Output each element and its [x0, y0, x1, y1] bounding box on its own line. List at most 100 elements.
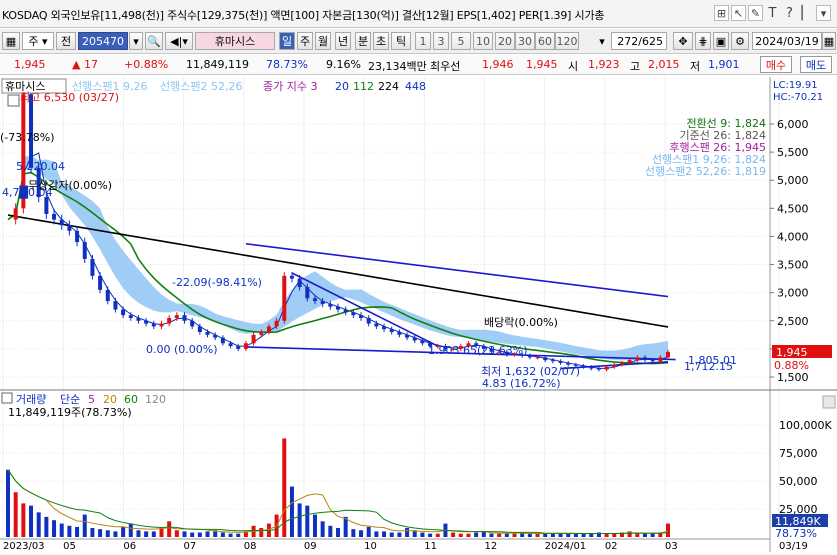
volume-bar	[136, 530, 141, 537]
minimize-icon[interactable]: ▏	[799, 5, 814, 21]
stock-chart[interactable]: 6,000 5,500 5,000 4,500 4,000 3,500 3,000 2,500…	[0, 77, 837, 552]
volume-current-pct: 78.73%	[775, 527, 817, 540]
annotation-nosell: 무상감자(0.00%)	[28, 179, 112, 192]
pen-icon[interactable]: ✎	[748, 5, 763, 21]
volume-bar	[458, 533, 463, 537]
candle-body	[67, 225, 72, 231]
interval-10[interactable]: 10	[473, 32, 493, 50]
volume-bar	[405, 528, 410, 537]
volume-bar	[481, 531, 486, 537]
volume-bar	[29, 505, 34, 537]
search-icon[interactable]: 🔍	[145, 32, 163, 50]
interval-120[interactable]: 120	[555, 32, 579, 50]
prev-button[interactable]: 전	[56, 32, 76, 50]
grid-icon[interactable]: ▦	[2, 32, 20, 50]
candle-body	[44, 197, 49, 214]
cursor-icon[interactable]: ↖	[731, 5, 746, 21]
candle-body	[558, 361, 563, 363]
code-dropdown-icon[interactable]: ▾	[129, 32, 143, 50]
candle-body	[658, 357, 663, 362]
volume-scroll-up[interactable]	[822, 395, 836, 409]
tab-month[interactable]: 월	[315, 32, 331, 50]
ichimoku-legend-entry: 선행스팬2 52,26: 1,819	[645, 165, 766, 178]
volume-bar	[489, 533, 494, 537]
volume-bar	[151, 531, 156, 537]
calendar-icon[interactable]: ▦	[822, 32, 836, 50]
candle-body	[619, 362, 624, 365]
toolbar: ▦ 주 ▾ 전 205470 ▾ 🔍 ◀|▾ 휴마시스 일 주 월 년 분 초 …	[0, 29, 837, 54]
candle-body	[650, 360, 655, 362]
annotation-dividend: 배당락(0.00%)	[484, 316, 558, 329]
legend-ma20: 20	[335, 80, 349, 93]
legend-ma112: 112	[353, 80, 374, 93]
page-dropdown-icon[interactable]: ▾	[595, 32, 609, 50]
date-input[interactable]: 2024/03/19	[752, 32, 822, 50]
audio-icon[interactable]: ◀|▾	[165, 32, 193, 50]
interval-5[interactable]: 5	[451, 32, 471, 50]
candle-body	[236, 346, 241, 349]
price-tick-label: 3,500	[777, 259, 809, 272]
sell-button[interactable]: 매도	[800, 56, 832, 73]
volume-bar	[382, 531, 387, 537]
volume-bar	[174, 530, 179, 537]
dropdown-icon[interactable]: ▾	[816, 5, 831, 21]
quote-bar: 1,945 ▲ 17 +0.88% 11,849,119 78.73% 9.16…	[0, 55, 837, 75]
period-select[interactable]: 주 ▾	[22, 32, 54, 50]
legend-span2: 선행스팬2 52,26	[160, 80, 242, 93]
stock-name-field[interactable]: 휴마시스	[195, 32, 275, 50]
high-price: 2,015	[648, 58, 680, 71]
interval-3[interactable]: 3	[433, 32, 449, 50]
interval-60[interactable]: 60	[535, 32, 555, 50]
stock-code-input[interactable]: 205470	[78, 32, 128, 50]
turnover: 9.16%	[326, 58, 361, 71]
volume-ratio: 78.73%	[266, 58, 308, 71]
candle-body	[274, 320, 279, 327]
grid-toggle-icon[interactable]: ⋕	[695, 32, 711, 50]
interval-30[interactable]: 30	[515, 32, 535, 50]
price-change: ▲ 17	[72, 58, 98, 71]
settings-tools-icon[interactable]: ✥	[673, 32, 693, 50]
tab-week[interactable]: 주	[297, 32, 313, 50]
volume-legend-toggle-icon[interactable]	[1, 392, 13, 404]
volume-bar	[527, 533, 532, 537]
volume-bar	[98, 529, 103, 537]
annotation-cluster: 1.903.65(23.63%)	[428, 344, 528, 357]
volume-tick-label: 75,000	[779, 447, 818, 460]
volume-bar	[182, 531, 187, 537]
candle-body	[336, 306, 340, 310]
volume-bar	[236, 533, 241, 537]
open-label: 시	[568, 60, 579, 73]
volume-bar	[336, 528, 340, 537]
tab-minute[interactable]: 분	[355, 32, 371, 50]
tab-day[interactable]: 일	[279, 32, 295, 50]
candle-body	[113, 301, 118, 310]
volume-bar	[466, 533, 471, 537]
current-price-pct: 0.88%	[774, 359, 809, 372]
legend-close-index: 종가 지수 3	[263, 80, 317, 93]
tab-year[interactable]: 년	[335, 32, 351, 50]
candle-body	[182, 315, 187, 321]
volume-legend-ma120: 120	[145, 393, 166, 406]
interval-1[interactable]: 1	[415, 32, 431, 50]
volume-bar	[67, 525, 72, 537]
candle-body	[282, 275, 287, 321]
tab-second[interactable]: 초	[373, 32, 389, 50]
volume-legend-ma20: 20	[103, 393, 117, 406]
candle-body	[359, 315, 364, 318]
volume-bar	[366, 526, 371, 537]
annotation-5220: 5,220.04	[16, 160, 65, 173]
candle-body	[98, 275, 103, 290]
chart-area[interactable]: 6,000 5,500 5,000 4,500 4,000 3,500 3,000 2,500…	[0, 77, 837, 552]
save-icon[interactable]: ▣	[713, 32, 729, 50]
tab-tick[interactable]: 틱	[391, 32, 411, 50]
gear-icon[interactable]: ⚙	[731, 32, 749, 50]
text-icon[interactable]: T	[765, 5, 780, 21]
layout-icon[interactable]: ⊞	[714, 5, 729, 21]
volume-bar	[604, 533, 609, 537]
current-price-label: 1,945	[776, 346, 808, 359]
candle-body	[389, 329, 394, 333]
interval-20[interactable]: 20	[495, 32, 515, 50]
help-icon[interactable]: ?	[782, 5, 797, 21]
buy-button[interactable]: 매수	[760, 56, 792, 73]
legend-toggle-icon[interactable]	[7, 94, 20, 107]
